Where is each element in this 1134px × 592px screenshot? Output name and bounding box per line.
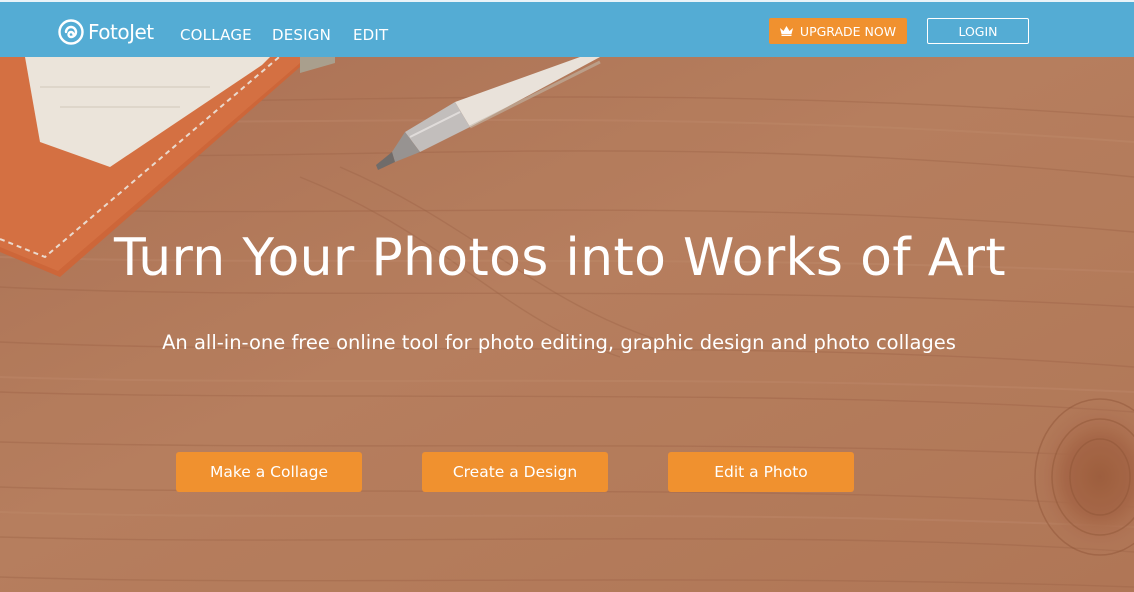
page: FotoJet COLLAGE DESIGN EDIT UPGRADE NOW … [0, 0, 1134, 592]
nav-collage-link[interactable]: COLLAGE [180, 26, 252, 44]
edit-a-photo-button[interactable]: Edit a Photo [668, 452, 854, 492]
create-a-design-button[interactable]: Create a Design [422, 452, 608, 492]
make-a-collage-button[interactable]: Make a Collage [176, 452, 362, 492]
top-navbar: FotoJet COLLAGE DESIGN EDIT UPGRADE NOW … [0, 0, 1134, 57]
top-edge-divider [0, 0, 1134, 2]
brand-logo[interactable]: FotoJet [58, 17, 154, 47]
upgrade-now-label: UPGRADE NOW [799, 23, 897, 39]
edit-a-photo-label: Edit a Photo [714, 463, 808, 481]
login-label: LOGIN [958, 23, 998, 39]
hero-background-image [0, 57, 1134, 592]
hero-title: Turn Your Photos into Works of Art [114, 228, 1006, 288]
nav-design-link[interactable]: DESIGN [272, 26, 331, 44]
hero-subtitle: An all-in-one free online tool for photo… [162, 331, 956, 354]
spiral-logo-icon [58, 19, 84, 45]
create-a-design-label: Create a Design [452, 463, 578, 481]
make-a-collage-label: Make a Collage [210, 463, 328, 481]
brand-name: FotoJet [88, 20, 154, 44]
upgrade-now-button[interactable]: UPGRADE NOW [769, 18, 907, 44]
crown-icon [779, 26, 793, 36]
login-button[interactable]: LOGIN [927, 18, 1029, 44]
nav-edit-link[interactable]: EDIT [353, 26, 388, 44]
